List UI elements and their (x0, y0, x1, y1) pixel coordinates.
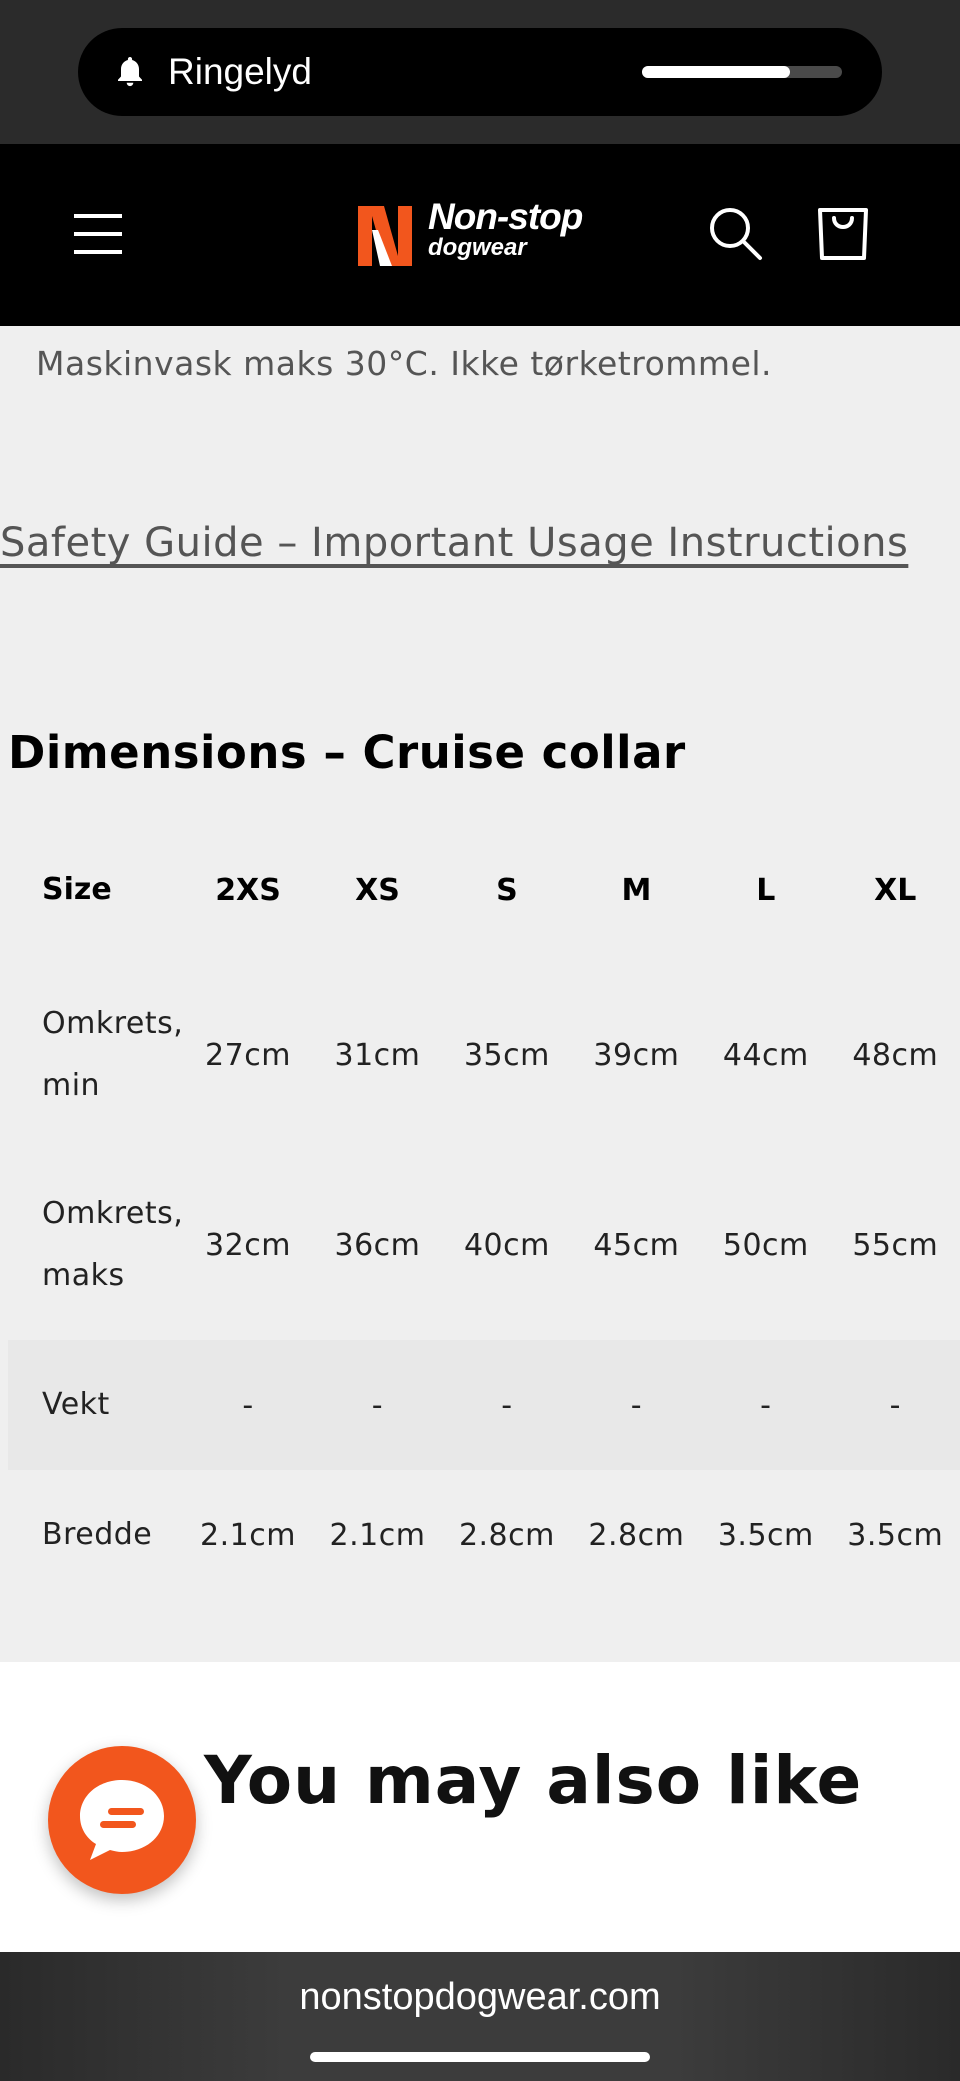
table-cell: 44cm (722, 1037, 809, 1073)
size-header-label: Size (42, 872, 112, 907)
row-label: Bredde (42, 1517, 153, 1552)
cart-icon[interactable] (814, 200, 872, 264)
table-cell: - (312, 1340, 443, 1470)
dimensions-title: Dimensions – Cruise collar (8, 726, 686, 779)
chat-button[interactable] (48, 1746, 196, 1894)
size-header-l: L (756, 872, 776, 908)
table-cell: - (701, 1340, 831, 1470)
size-table: Size 2XS XS S M L XL Omkrets, min 27cm 31… (8, 820, 960, 1600)
table-cell: 50cm (722, 1227, 809, 1263)
row-label-text: Omkrets, min (42, 1006, 184, 1103)
table-row: Vekt - - - - - - (8, 1340, 960, 1470)
size-header-xl: XL (874, 872, 917, 908)
size-header-s: S (496, 872, 518, 908)
table-cell: 32cm (205, 1227, 291, 1263)
bell-icon (118, 57, 142, 87)
table-cell: 40cm (463, 1227, 550, 1263)
table-cell: 2.1cm (329, 1517, 426, 1553)
menu-icon[interactable] (66, 204, 130, 264)
table-cell: 45cm (593, 1227, 680, 1263)
logo-text-primary: Non-stop (428, 196, 583, 237)
ringer-label: Ringelyd (168, 51, 312, 92)
size-header-m: M (621, 872, 652, 908)
size-table-header-row: Size 2XS XS S M L XL (8, 820, 960, 960)
table-row: Omkrets, maks 32cm 36cm 40cm 45cm 50cm 55… (8, 1150, 960, 1340)
table-row: Omkrets, min 27cm 31cm 35cm 39cm 44cm 48c… (8, 960, 960, 1150)
site-header: Non-stop dogwear (0, 144, 960, 326)
table-cell: 36cm (334, 1227, 421, 1263)
row-label: Omkrets, maks (8, 1150, 183, 1340)
recommendations-title: You may also like (204, 1742, 863, 1819)
url-text[interactable]: nonstopdogwear.com (0, 1976, 960, 2019)
row-label: Omkrets, min (8, 960, 183, 1150)
table-row: Bredde 2.1cm 2.1cm 2.8cm 2.8cm 3.5cm 3.5… (8, 1470, 960, 1600)
table-cell: - (183, 1340, 313, 1470)
row-label-text: Omkrets, maks (42, 1196, 184, 1293)
table-cell: 2.1cm (200, 1517, 296, 1553)
table-cell: 2.8cm (588, 1517, 685, 1553)
browser-address-bar[interactable]: nonstopdogwear.com (0, 1952, 960, 2081)
table-cell: 31cm (334, 1037, 421, 1073)
volume-level (642, 66, 790, 78)
table-cell: 55cm (852, 1227, 939, 1263)
table-cell: 35cm (463, 1037, 550, 1073)
logo[interactable]: Non-stop dogwear (352, 194, 606, 274)
table-cell: - (571, 1340, 702, 1470)
table-cell: 39cm (593, 1037, 680, 1073)
table-cell: 3.5cm (717, 1517, 814, 1553)
logo-mark (358, 206, 412, 266)
size-header-2xs: 2XS (215, 872, 281, 908)
table-cell: - (830, 1340, 960, 1470)
size-header-xs: XS (355, 872, 400, 908)
chat-icon (80, 1780, 164, 1860)
table-cell: - (442, 1340, 572, 1470)
table-cell: 48cm (852, 1037, 939, 1073)
search-icon[interactable] (706, 204, 766, 264)
safety-guide-link[interactable]: Safety Guide – Important Usage Instructi… (0, 520, 908, 566)
table-cell: 27cm (205, 1037, 291, 1073)
volume-slider[interactable] (642, 66, 842, 78)
logo-text-secondary: dogwear (428, 234, 527, 261)
care-instructions: Maskinvask maks 30°C. Ikke tørketrommel. (36, 344, 773, 383)
table-cell: 2.8cm (458, 1517, 555, 1553)
table-cell: 3.5cm (847, 1517, 944, 1553)
ringer-notification: Ringelyd (78, 28, 882, 116)
status-area: Ringelyd (0, 0, 960, 144)
home-indicator[interactable] (310, 2052, 650, 2062)
row-label: Vekt (8, 1340, 184, 1470)
